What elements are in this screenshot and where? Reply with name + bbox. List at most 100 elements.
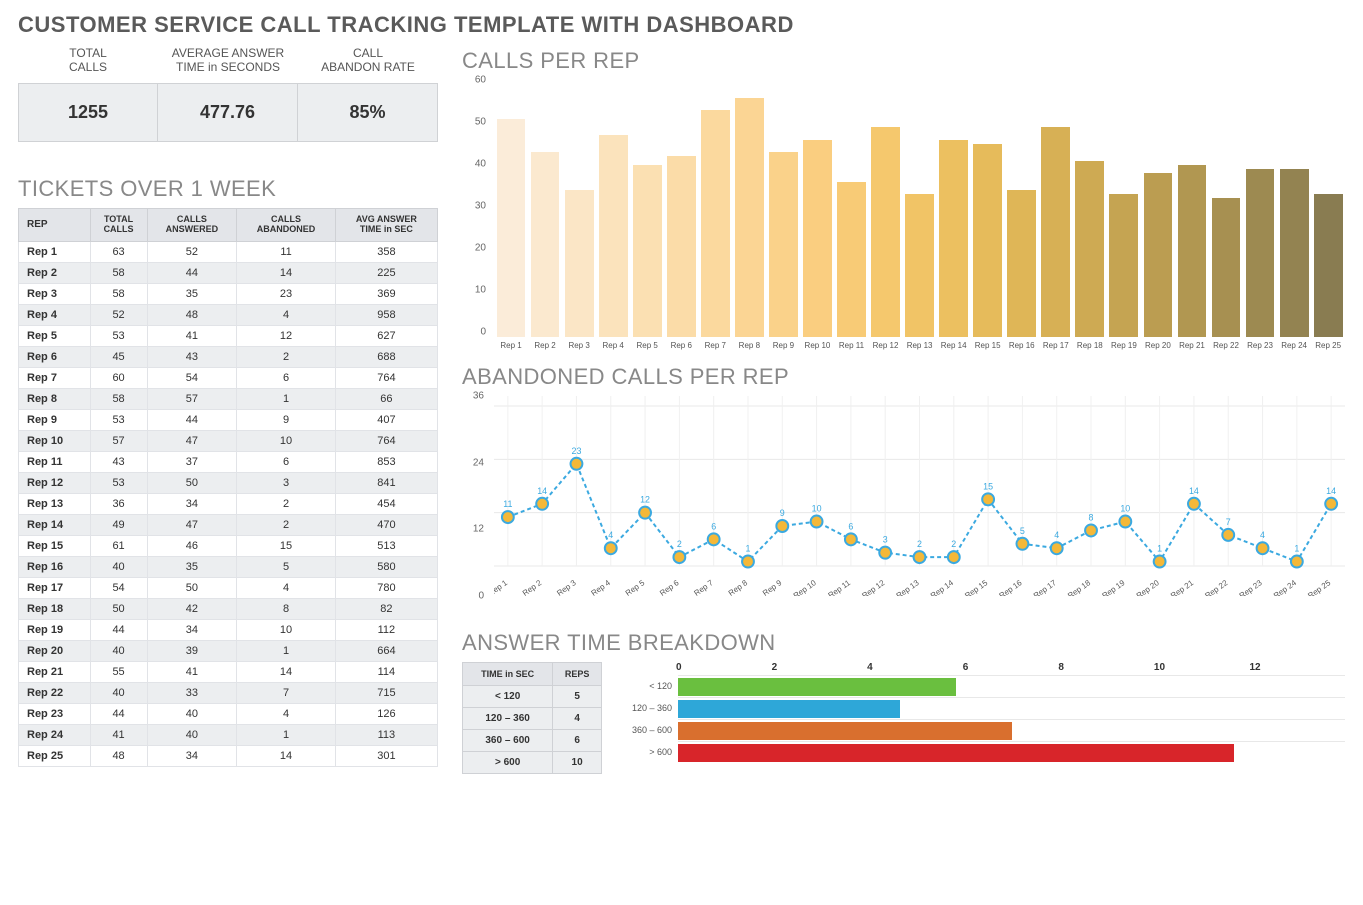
- svg-text:Rep 1: Rep 1: [494, 578, 509, 596]
- svg-text:Rep 24: Rep 24: [1272, 578, 1298, 596]
- svg-text:6: 6: [848, 521, 853, 531]
- svg-text:Rep 7: Rep 7: [692, 578, 715, 596]
- abandoned-calls-chart: 0122436 11Rep 114Rep 223Rep 34Rep 412Rep…: [462, 396, 1345, 616]
- svg-text:Rep 17: Rep 17: [1032, 578, 1058, 596]
- table-row: > 60010: [463, 752, 602, 774]
- bar: Rep 7: [699, 110, 731, 350]
- hbar-row: 360 – 600: [616, 719, 1345, 741]
- svg-text:2: 2: [951, 539, 956, 549]
- svg-text:4: 4: [608, 530, 613, 540]
- tickets-table: REPTOTALCALLSCALLSANSWEREDCALLSABANDONED…: [18, 208, 438, 767]
- kpi-2-head-a: AVERAGE ANSWER: [172, 46, 284, 60]
- table-row: Rep 2584414225: [19, 262, 438, 283]
- svg-text:1: 1: [1294, 544, 1299, 554]
- bar: Rep 3: [563, 190, 595, 350]
- table-row: Rep 2441401113: [19, 724, 438, 745]
- table-row: < 1205: [463, 686, 602, 708]
- bar: Rep 8: [733, 98, 765, 350]
- svg-text:1: 1: [1157, 544, 1162, 554]
- svg-text:Rep 8: Rep 8: [727, 578, 750, 596]
- svg-text:Rep 2: Rep 2: [521, 578, 544, 596]
- bar: Rep 2: [529, 152, 561, 350]
- svg-text:1: 1: [746, 544, 751, 554]
- bar: Rep 15: [972, 144, 1004, 350]
- svg-text:Rep 5: Rep 5: [624, 578, 647, 596]
- svg-text:14: 14: [537, 486, 547, 496]
- svg-text:Rep 4: Rep 4: [590, 578, 613, 596]
- svg-text:4: 4: [1260, 530, 1265, 540]
- svg-text:Rep 18: Rep 18: [1066, 578, 1092, 596]
- svg-text:10: 10: [812, 504, 822, 514]
- bar: Rep 21: [1176, 165, 1208, 350]
- bar: Rep 25: [1312, 194, 1344, 350]
- svg-text:Rep 6: Rep 6: [658, 578, 681, 596]
- svg-text:Rep 25: Rep 25: [1306, 578, 1332, 596]
- table-row: Rep 5534112627: [19, 325, 438, 346]
- svg-text:14: 14: [1189, 486, 1199, 496]
- table-row: Rep 10574710764: [19, 430, 438, 451]
- svg-text:Rep 22: Rep 22: [1203, 578, 1229, 596]
- svg-text:3: 3: [883, 535, 888, 545]
- svg-text:14: 14: [1326, 486, 1336, 496]
- svg-text:Rep 12: Rep 12: [860, 578, 886, 596]
- svg-text:8: 8: [1089, 512, 1094, 522]
- svg-text:9: 9: [780, 508, 785, 518]
- table-row: Rep 15614615513: [19, 535, 438, 556]
- table-row: Rep 21554114114: [19, 661, 438, 682]
- table-row: Rep 2040391664: [19, 640, 438, 661]
- svg-text:4: 4: [1054, 530, 1059, 540]
- table-row: Rep 1640355580: [19, 556, 438, 577]
- svg-text:10: 10: [1120, 504, 1130, 514]
- svg-text:Rep 3: Rep 3: [555, 578, 578, 596]
- table-row: Rep 25483414301: [19, 745, 438, 766]
- svg-text:Rep 14: Rep 14: [929, 578, 955, 596]
- hbar-row: > 600: [616, 741, 1345, 763]
- table-row: Rep 452484958: [19, 304, 438, 325]
- svg-text:11: 11: [503, 499, 512, 509]
- svg-text:Rep 10: Rep 10: [792, 578, 818, 596]
- bar: Rep 24: [1278, 169, 1310, 350]
- table-row: Rep 1754504780: [19, 577, 438, 598]
- svg-text:5: 5: [1020, 526, 1025, 536]
- hbar-row: < 120: [616, 675, 1345, 697]
- kpi-row: TOTALCALLS 1255 AVERAGE ANSWERTIME in SE…: [18, 44, 438, 142]
- table-row: Rep 760546764: [19, 367, 438, 388]
- table-row: Rep 2344404126: [19, 703, 438, 724]
- table-row: 360 – 6006: [463, 730, 602, 752]
- svg-text:12: 12: [640, 495, 650, 505]
- tickets-col-2: CALLSANSWERED: [147, 208, 237, 241]
- kpi-2-head-b: TIME in SECONDS: [176, 60, 280, 74]
- svg-text:Rep 11: Rep 11: [827, 578, 853, 596]
- tickets-col-0: REP: [19, 208, 91, 241]
- svg-text:15: 15: [983, 481, 993, 491]
- calls-per-rep-title: CALLS PER REP: [462, 48, 1345, 74]
- bar: Rep 18: [1074, 161, 1106, 350]
- bar: Rep 5: [631, 165, 663, 350]
- bar: Rep 12: [870, 127, 902, 350]
- tickets-col-4: AVG ANSWER TIME in SEC: [335, 208, 437, 241]
- table-row: 120 – 3604: [463, 708, 602, 730]
- calls-per-rep-chart: 0102030405060 Rep 1Rep 2Rep 3Rep 4Rep 5R…: [462, 80, 1345, 350]
- kpi-3-head-a: CALL: [353, 46, 383, 60]
- bar: Rep 10: [801, 140, 833, 350]
- svg-text:Rep 21: Rep 21: [1169, 578, 1195, 596]
- bar: Rep 11: [835, 182, 867, 350]
- kpi-1-head-b: CALLS: [69, 60, 107, 74]
- answer-time-title: ANSWER TIME BREAKDOWN: [462, 630, 1345, 656]
- table-row: Rep 1336342454: [19, 493, 438, 514]
- table-row: Rep 645432688: [19, 346, 438, 367]
- bar: Rep 23: [1244, 169, 1276, 350]
- answer-time-chart: 024681012 < 120120 – 360360 – 600> 600: [616, 662, 1345, 763]
- table-row: Rep 185042882: [19, 598, 438, 619]
- svg-text:Rep 9: Rep 9: [761, 578, 784, 596]
- svg-text:Rep 16: Rep 16: [998, 578, 1024, 596]
- abandoned-calls-title: ABANDONED CALLS PER REP: [462, 364, 1345, 390]
- tickets-title: TICKETS OVER 1 WEEK: [18, 176, 438, 202]
- tickets-col-3: CALLSABANDONED: [237, 208, 336, 241]
- table-row: Rep 1253503841: [19, 472, 438, 493]
- bar: Rep 4: [597, 135, 629, 350]
- svg-text:Rep 13: Rep 13: [895, 578, 921, 596]
- table-row: Rep 3583523369: [19, 283, 438, 304]
- bar: Rep 9: [767, 152, 799, 350]
- table-row: Rep 1449472470: [19, 514, 438, 535]
